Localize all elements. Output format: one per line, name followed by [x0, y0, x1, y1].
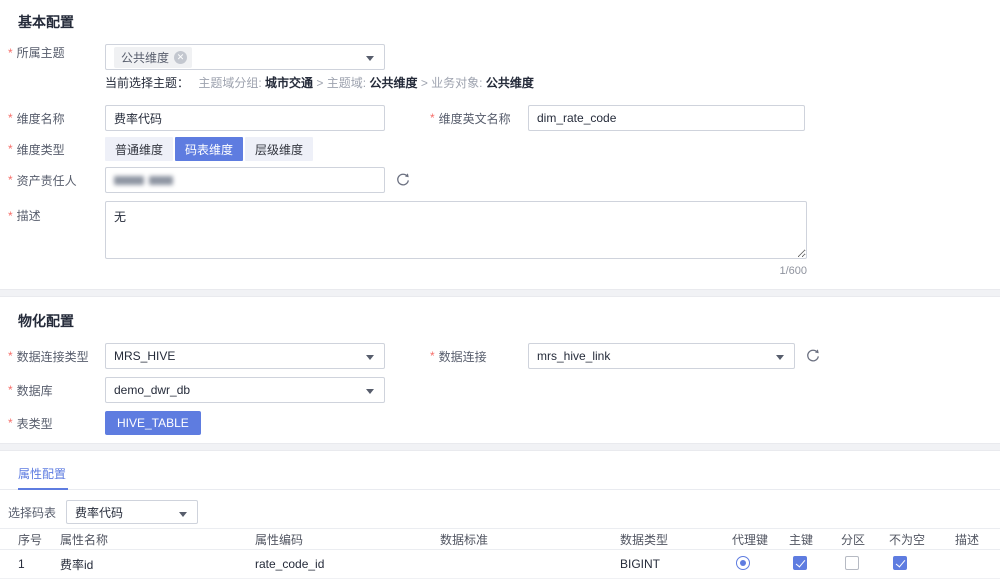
table-type-label: * 表类型	[8, 415, 105, 432]
description-row: * 描述 无	[8, 201, 1000, 259]
asset-owner-label: * 资产责任人	[8, 172, 105, 189]
dimension-type-label: * 维度类型	[8, 141, 105, 158]
not-null-checkbox[interactable]	[893, 556, 907, 570]
subject-row: * 所属主题 公共维度 ✕ 当前选择主题： 主题域分组: 城市交通 > 主题域:	[8, 44, 1000, 99]
table-type-row: * 表类型 HIVE_TABLE	[8, 411, 1000, 435]
section-divider	[0, 443, 1000, 451]
table-row: 1 费率id rate_code_id BIGINT	[0, 550, 1000, 579]
cell-datatype: BIGINT	[620, 557, 732, 571]
chevron-down-icon	[776, 355, 784, 360]
col-partition: 分区	[841, 531, 889, 548]
surrogate-key-radio[interactable]	[736, 556, 750, 570]
col-standard: 数据标准	[440, 531, 620, 548]
code-table-row: 选择码表 费率代码	[8, 500, 1000, 524]
partition-checkbox[interactable]	[845, 556, 859, 570]
type-row: * 维度类型 普通维度 码表维度 层级维度	[8, 137, 1000, 161]
required-mark: *	[8, 46, 13, 60]
connection-row: * 数据连接类型 MRS_HIVE * 数据连接 mrs_hive_link	[8, 343, 1000, 369]
col-datatype: 数据类型	[620, 531, 732, 548]
description-char-counter: 1/600	[105, 265, 807, 277]
current-subject-path: 当前选择主题： 主题域分组: 城市交通 > 主题域: 公共维度 > 业务对象: …	[105, 74, 534, 91]
subject-select[interactable]: 公共维度 ✕	[105, 44, 385, 70]
table-type-button[interactable]: HIVE_TABLE	[105, 411, 201, 435]
type-option-normal[interactable]: 普通维度	[105, 137, 173, 161]
cell-code: rate_code_id	[255, 557, 440, 571]
code-table-label: 选择码表	[8, 504, 56, 521]
chevron-down-icon	[179, 512, 187, 517]
dimension-en-name-label: * 维度英文名称	[430, 110, 528, 127]
dimension-type-switch: 普通维度 码表维度 层级维度	[105, 137, 313, 161]
dimension-en-name-input[interactable]	[528, 105, 805, 131]
cell-name: 费率id	[60, 556, 255, 573]
table-row: 2 费率说明 rate_code_value STRING	[0, 579, 1000, 583]
section-divider	[0, 289, 1000, 297]
col-primary: 主键	[789, 531, 841, 548]
database-label: * 数据库	[8, 382, 105, 399]
owner-value-redacted	[114, 176, 173, 185]
conn-type-select[interactable]: MRS_HIVE	[105, 343, 385, 369]
conn-select[interactable]: mrs_hive_link	[528, 343, 795, 369]
primary-key-checkbox[interactable]	[793, 556, 807, 570]
col-name: 属性名称	[60, 531, 255, 548]
chevron-down-icon	[366, 355, 374, 360]
dimension-edit-page: 基本配置 * 所属主题 公共维度 ✕ 当前选择主题： 主题域分组: 城市交通 >	[0, 0, 1000, 583]
col-desc: 描述	[955, 531, 1000, 548]
tag-close-icon[interactable]: ✕	[174, 51, 187, 64]
asset-owner-input[interactable]	[105, 167, 385, 193]
attributes-table-header: 序号 属性名称 属性编码 数据标准 数据类型 代理键 主键 分区 不为空 描述	[0, 528, 1000, 550]
col-surrogate: 代理键	[732, 531, 789, 548]
section-title-basic: 基本配置	[18, 12, 1000, 32]
description-label: * 描述	[8, 207, 105, 224]
type-option-hierarchy[interactable]: 层级维度	[245, 137, 313, 161]
conn-label: * 数据连接	[430, 348, 528, 365]
subject-tag-label: 公共维度	[121, 49, 169, 66]
section-title-materialization: 物化配置	[18, 311, 1000, 331]
description-textarea[interactable]: 无	[105, 201, 807, 259]
subject-label: * 所属主题	[8, 44, 105, 61]
code-table-select[interactable]: 费率代码	[66, 500, 198, 524]
dimension-name-input[interactable]	[105, 105, 385, 131]
conn-type-label: * 数据连接类型	[8, 348, 105, 365]
refresh-owner-icon[interactable]	[395, 172, 411, 188]
col-notnull: 不为空	[889, 531, 955, 548]
attributes-tabbar: 属性配置	[0, 463, 1000, 490]
subject-tag: 公共维度 ✕	[114, 47, 192, 68]
col-no: 序号	[18, 531, 60, 548]
cell-no: 1	[18, 557, 60, 571]
chevron-down-icon	[366, 389, 374, 394]
dimension-name-label: * 维度名称	[8, 110, 105, 127]
type-option-codetable[interactable]: 码表维度	[175, 137, 243, 161]
database-row: * 数据库 demo_dwr_db	[8, 377, 1000, 403]
refresh-connection-icon[interactable]	[805, 348, 821, 364]
name-row: * 维度名称 * 维度英文名称	[8, 105, 1000, 131]
owner-row: * 资产责任人	[8, 167, 1000, 193]
database-select[interactable]: demo_dwr_db	[105, 377, 385, 403]
col-code: 属性编码	[255, 531, 440, 548]
chevron-down-icon	[366, 56, 374, 61]
tab-attribute-config[interactable]: 属性配置	[18, 463, 68, 490]
